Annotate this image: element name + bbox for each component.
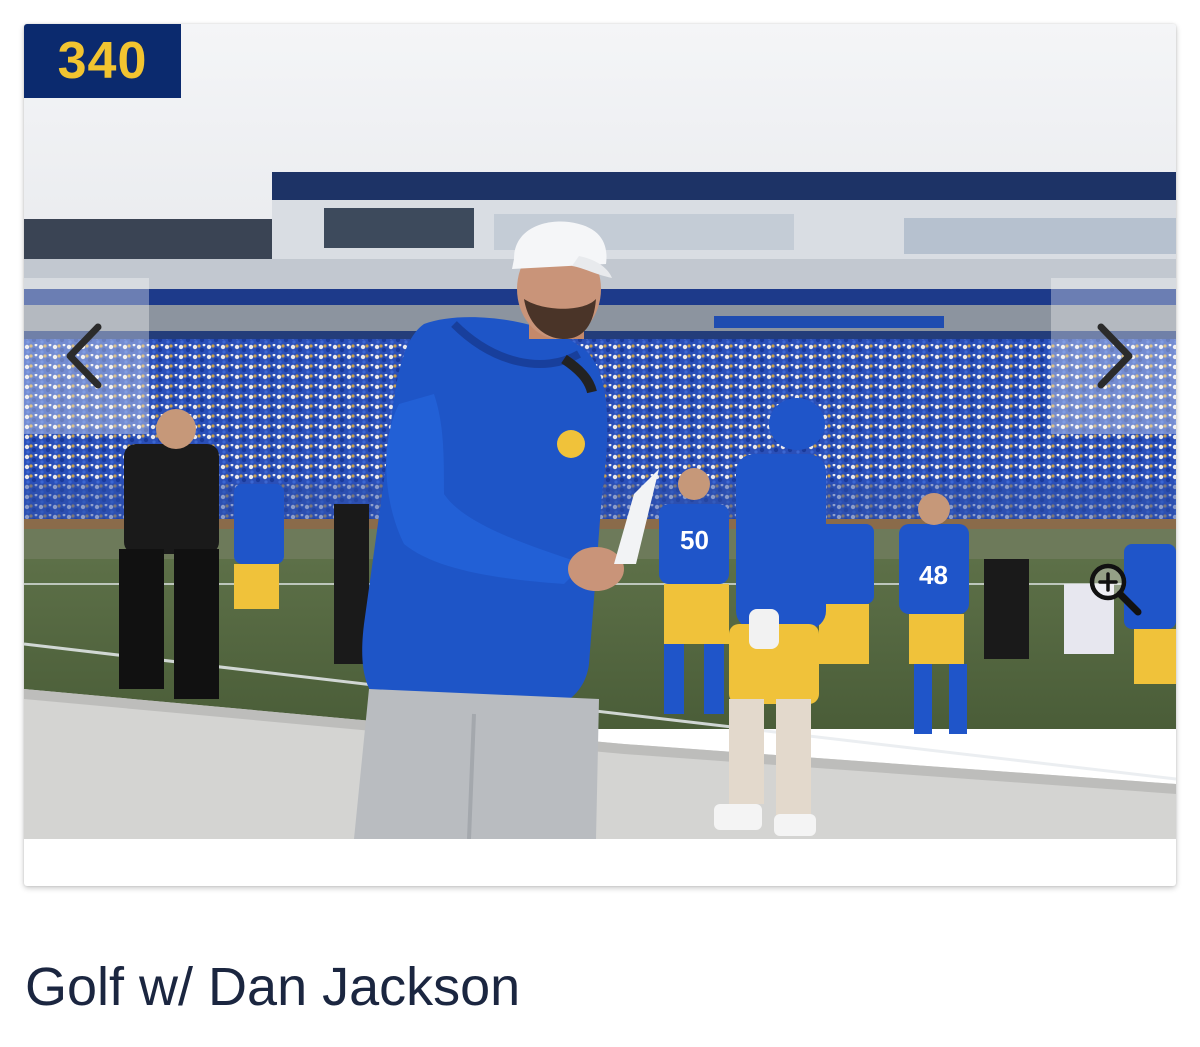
previous-photo-button[interactable]: [24, 278, 149, 434]
svg-text:50: 50: [680, 525, 709, 555]
chevron-right-icon: [1097, 323, 1133, 389]
photo-number-badge: 340: [24, 24, 181, 98]
gallery-photo[interactable]: 50 48: [24, 24, 1176, 839]
gallery-card: 50 48 340: [24, 24, 1176, 886]
next-photo-button[interactable]: [1051, 278, 1176, 434]
chevron-left-icon: [66, 323, 102, 389]
gallery-caption: Golf w/ Dan Jackson: [25, 957, 521, 1017]
svg-text:48: 48: [919, 560, 948, 590]
zoom-in-icon[interactable]: [1086, 560, 1146, 620]
